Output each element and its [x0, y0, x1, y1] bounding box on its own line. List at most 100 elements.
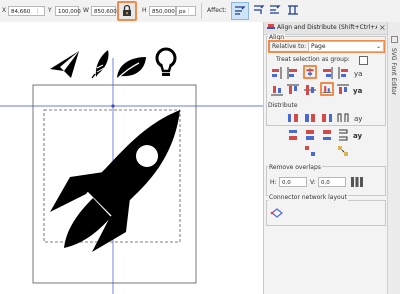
distribute-icon: ay	[353, 132, 363, 140]
align-icon	[271, 86, 283, 96]
relative-to-label: Relative to:	[272, 43, 307, 50]
align-baseline-anchors-vertically-button[interactable]: ya	[352, 83, 366, 97]
svg-text:ya: ya	[354, 70, 362, 78]
align-left-edge-to-right-anchor-button[interactable]	[336, 66, 350, 80]
drawing-canvas[interactable]	[0, 22, 264, 294]
randomize-centers-button[interactable]	[303, 144, 317, 158]
v-gap-value: 0,0	[321, 180, 330, 186]
svg-text:ay: ay	[353, 132, 363, 140]
panel-title: Align and Distribute (Shift+Ctrl+A)	[277, 24, 377, 31]
move-patterns-button[interactable]	[285, 2, 303, 20]
spin-arrows-icon[interactable]	[37, 8, 43, 14]
distribute-icon	[323, 130, 331, 140]
w-input[interactable]: 850,600	[91, 6, 117, 16]
unclump-icon	[338, 146, 348, 156]
move-gradients-button[interactable]	[267, 2, 285, 20]
y-input[interactable]: 100,000	[55, 6, 81, 16]
lock-ratio-button[interactable]	[117, 1, 137, 21]
connector-network-icon	[270, 208, 283, 218]
unit-value: px	[179, 9, 186, 15]
affect-label: Affect:	[207, 7, 227, 14]
distribute-bottom-edges-button[interactable]	[320, 128, 334, 142]
randomize-icon	[305, 146, 315, 156]
align-right-edge-to-left-anchor-button[interactable]	[270, 66, 284, 80]
distribute-gaps-vertically-button[interactable]	[336, 128, 350, 142]
remove-overlaps-title: Remove overlaps	[268, 164, 322, 171]
treat-selection-checkbox[interactable]	[359, 56, 368, 65]
align-right-edges-button[interactable]	[320, 66, 334, 80]
align-top-edges-button[interactable]	[286, 83, 300, 97]
w-label: W	[83, 7, 89, 14]
svg-font-editor-tab-label: SVG Font Editor	[390, 48, 397, 96]
remove-overlaps-button[interactable]	[350, 175, 364, 189]
align-icon	[304, 85, 316, 95]
distribute-right-edges-button[interactable]	[320, 111, 334, 125]
distribute-baselines-vertically-button[interactable]: ay	[352, 128, 366, 142]
w-input-value: 850,600	[94, 9, 117, 15]
svg-text:ay: ay	[354, 115, 362, 123]
close-icon[interactable]: ×	[379, 23, 386, 32]
distribute-top-edges-button[interactable]	[286, 128, 300, 142]
x-label: X	[2, 7, 7, 14]
svg-text:ya: ya	[353, 87, 363, 95]
guide-origin	[111, 104, 115, 108]
canvas-drawing	[0, 47, 264, 294]
v-gap-input[interactable]: 0,0	[318, 177, 346, 187]
align-icon	[272, 67, 282, 79]
distribute-left-edges-button[interactable]	[286, 111, 300, 125]
move-patterns-icon	[288, 5, 298, 15]
tool-controls-bar: X 84,660 Y 100,000 W 850,600 H 850,000 p…	[0, 0, 400, 23]
svg-font-editor-tab[interactable]: SVG Font Editor	[387, 22, 400, 294]
distribute-baselines-horizontally-button[interactable]: ay	[352, 111, 366, 125]
distribute-icon: ay	[354, 115, 362, 123]
v-gap-label: V:	[310, 179, 316, 186]
align-bottom-edges-button[interactable]	[320, 82, 334, 96]
distribute-section-title: Distribute	[268, 102, 298, 109]
unit-select[interactable]: px	[176, 6, 196, 16]
font-editor-tab-icon	[391, 36, 398, 43]
distribute-icon	[305, 114, 315, 122]
align-top-edge-to-bottom-anchor-button[interactable]	[336, 83, 350, 97]
h-input[interactable]: 850,000	[149, 6, 176, 16]
toolbar-separator	[201, 3, 202, 19]
align-bottom-edge-to-top-anchor-button[interactable]	[270, 83, 284, 97]
align-left-edges-button[interactable]	[286, 66, 300, 80]
h-gap-value: 0,0	[282, 180, 291, 186]
connector-section-title: Connector network layout	[268, 194, 348, 201]
connector-section-frame	[266, 200, 386, 226]
align-icon	[323, 67, 333, 79]
align-icon	[338, 67, 348, 79]
y-input-value: 100,000	[58, 9, 81, 15]
x-input-value: 84,660	[11, 9, 31, 15]
x-input[interactable]: 84,660	[8, 6, 45, 16]
move-gradients-icon	[270, 5, 281, 14]
distribute-icon	[306, 130, 314, 140]
scale-stroke-button[interactable]	[231, 2, 249, 20]
unclump-button[interactable]	[336, 144, 350, 158]
distribute-icon	[289, 130, 297, 140]
center-on-horizontal-axis-button[interactable]	[303, 83, 317, 97]
distribute-centers-vertically-button[interactable]	[303, 128, 317, 142]
feather-icon[interactable]	[91, 50, 109, 79]
align-icon	[287, 84, 299, 94]
chevron-down-icon	[188, 8, 194, 14]
align-icon	[322, 86, 332, 93]
h-gap-input[interactable]: 0,0	[279, 177, 307, 187]
arrange-connector-network-button[interactable]	[270, 206, 284, 220]
h-input-value: 850,000	[152, 9, 175, 15]
align-icon: ya	[354, 70, 362, 78]
scale-stroke-icon	[235, 6, 246, 15]
relative-to-select[interactable]: Page ⌄	[308, 41, 384, 52]
align-baseline-anchors-horizontally-button[interactable]: ya	[352, 66, 366, 80]
align-panel-icon	[267, 24, 275, 29]
leaf-icon[interactable]	[116, 57, 146, 80]
distribute-gaps-horizontally-button[interactable]	[336, 111, 350, 125]
distribute-icon	[337, 113, 349, 122]
distribute-centers-horizontally-button[interactable]	[303, 111, 317, 125]
scale-corners-icon	[254, 5, 265, 14]
treat-selection-label: Treat selection as group:	[276, 56, 350, 63]
rocket-icon[interactable]	[50, 110, 180, 252]
paper-plane-icon[interactable]	[50, 51, 79, 78]
light-bulb-icon[interactable]	[155, 47, 177, 76]
center-on-vertical-axis-button[interactable]	[303, 65, 317, 79]
